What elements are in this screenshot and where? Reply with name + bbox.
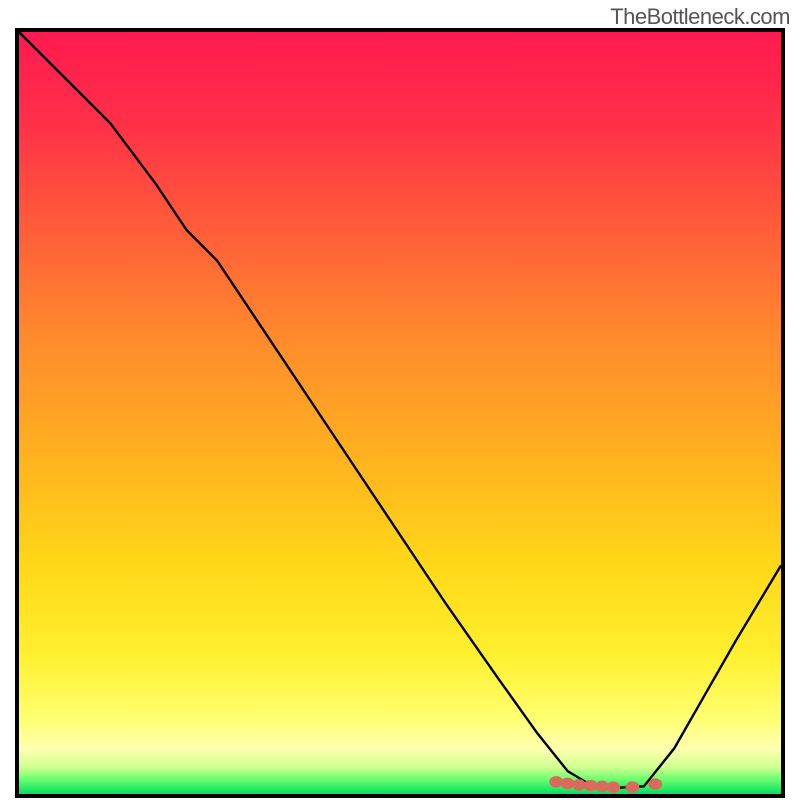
gradient-background xyxy=(19,32,781,794)
marker-dot xyxy=(549,776,563,787)
plot-area xyxy=(15,28,785,798)
marker-dot xyxy=(607,781,621,792)
marker-dot xyxy=(561,778,575,789)
watermark-text: TheBottleneck.com xyxy=(610,4,790,30)
marker-dot xyxy=(648,778,662,789)
chart-svg xyxy=(19,32,781,794)
marker-dot xyxy=(626,781,640,792)
